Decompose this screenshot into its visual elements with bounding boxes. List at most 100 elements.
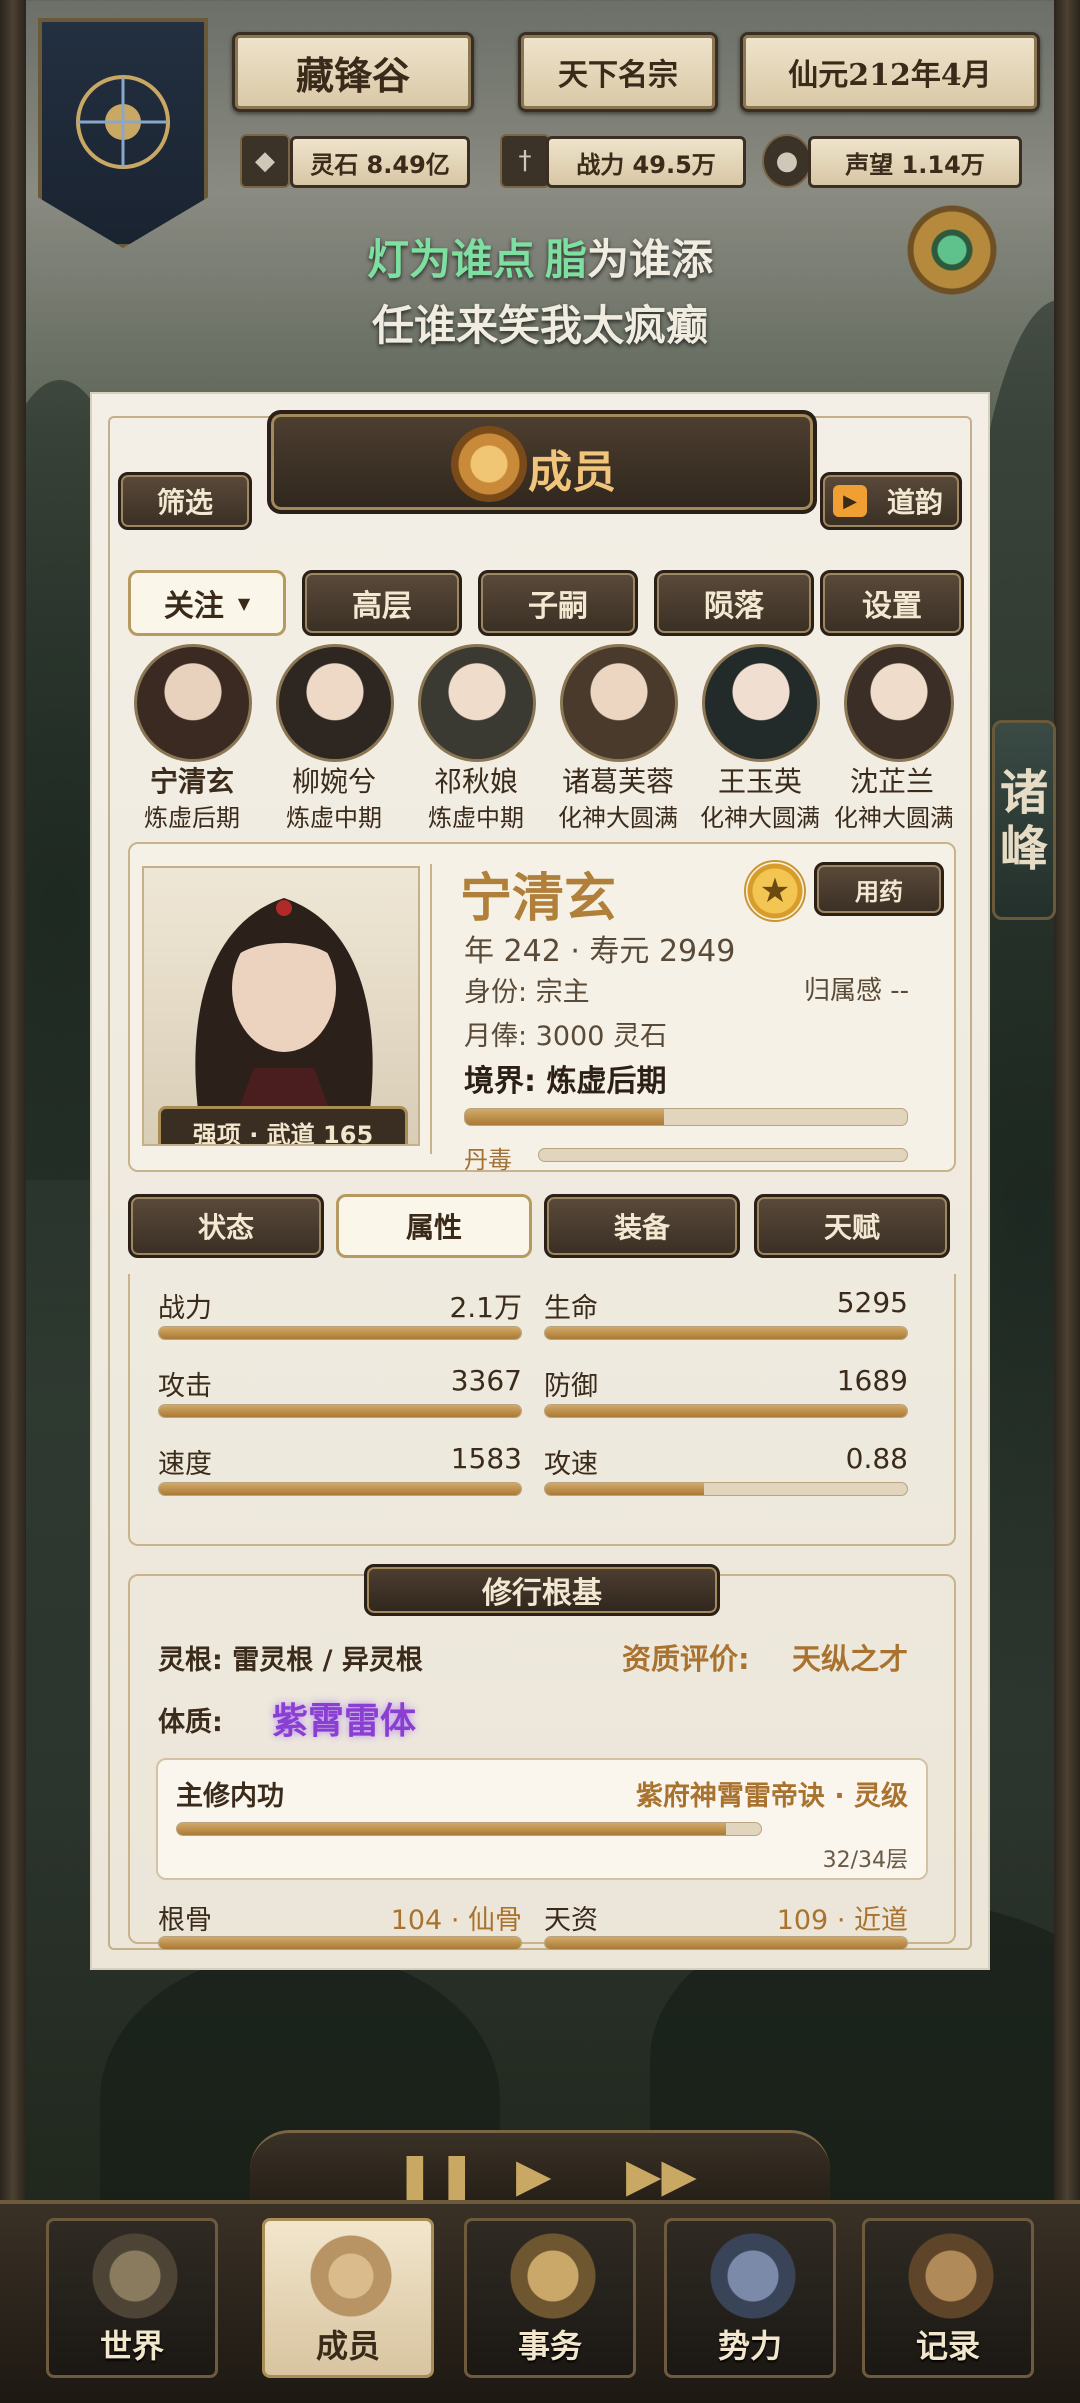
member-avatar[interactable] [276, 644, 394, 762]
favorite-star-icon[interactable]: ★ [744, 860, 806, 922]
tab-follow-dropdown[interactable]: 关注 ▼ [128, 570, 286, 636]
member-name[interactable]: 祁秋娘 [406, 760, 546, 800]
spirit-stone-stat[interactable]: 灵石 8.49亿 [290, 136, 470, 188]
poem-line-2: 任谁来笑我太疯癫 [371, 301, 708, 350]
main-technique-card[interactable]: 主修内功 紫府神霄雷帝诀 · 灵级 32/34层 [156, 1758, 928, 1880]
talent-label: 天资 [544, 1905, 598, 1936]
nav-factions-label: 势力 [717, 2327, 782, 2365]
identity: 身份: 宗主 [464, 977, 590, 1008]
poem-highlight: 灯为谁点 [366, 235, 535, 284]
age-lifespan: 年 242 · 寿元 2949 [464, 934, 736, 969]
tab-descendants[interactable]: 子嗣 [478, 570, 638, 636]
member-name[interactable]: 沈芷兰 [832, 760, 952, 800]
member-name[interactable]: 柳婉兮 [264, 760, 404, 800]
poison-progress-bar [538, 1148, 908, 1162]
member-rank: 炼虚中期 [286, 804, 382, 832]
attr-value: 2.1万 [449, 1291, 522, 1324]
play-icon[interactable]: ▶ [516, 2148, 551, 2202]
belonging: 归属感 -- [804, 976, 910, 1006]
member-detail-name: 宁清玄 [460, 868, 617, 929]
member-rank: 炼虚后期 [144, 804, 240, 832]
poem-rest: 为谁添 [587, 235, 714, 284]
banner-icon [703, 2231, 803, 2321]
book-icon [901, 2231, 1001, 2321]
nav-world[interactable]: 世界 [46, 2218, 218, 2378]
member-avatar[interactable] [844, 644, 954, 762]
tab-talents[interactable]: 天赋 [754, 1194, 950, 1258]
member-rank: 化神大圆满 [834, 804, 952, 832]
bone-label: 根骨 [158, 1905, 212, 1936]
spirit-root: 灵根: 雷灵根 / 异灵根 [158, 1645, 423, 1676]
tab-senior[interactable]: 高层 [302, 570, 462, 636]
filter-button[interactable]: 筛选 [118, 472, 252, 530]
poem-highlight-2: 脂 [544, 235, 587, 284]
member-portrait: 强项 · 武道 165 [142, 866, 420, 1146]
panel-title: 成员 [528, 447, 616, 498]
video-play-icon: ▶ [833, 485, 867, 517]
tab-fallen[interactable]: 陨落 [654, 570, 814, 636]
attr-value: 5295 [836, 1286, 908, 1319]
member-name[interactable]: 诸葛芙蓉 [548, 760, 688, 800]
tab-status[interactable]: 状态 [128, 1194, 324, 1258]
world-icon [85, 2231, 185, 2321]
sect-banner[interactable] [38, 18, 208, 248]
talent-bar [544, 1936, 908, 1950]
side-tab-peaks[interactable]: 诸峰 [992, 720, 1056, 920]
attr-bar [544, 1404, 908, 1418]
poison-label: 丹毒 [464, 1146, 512, 1174]
settings-gear-icon[interactable] [902, 200, 1002, 300]
prestige-icon: ● [762, 134, 812, 188]
attr-value: 1583 [450, 1442, 522, 1475]
member-name[interactable]: 王玉英 [690, 760, 830, 800]
member-rank: 化神大圆满 [700, 804, 820, 832]
nav-records[interactable]: 记录 [862, 2218, 1034, 2378]
member-avatar[interactable] [560, 644, 678, 762]
nav-members[interactable]: 成员 [262, 2218, 434, 2378]
combat-power-stat[interactable]: 战力 49.5万 [546, 136, 746, 188]
tab-settings[interactable]: 设置 [820, 570, 964, 636]
right-frame [1054, 0, 1080, 2403]
attr-bar [544, 1326, 908, 1340]
talent-value: 109 · 近道 [776, 1905, 908, 1936]
pause-icon[interactable]: ❚❚ [394, 2148, 478, 2206]
daoyun-button[interactable]: ▶ 道韵 [820, 472, 962, 530]
sect-title[interactable]: 天下名宗 [518, 32, 718, 112]
sect-name[interactable]: 藏锋谷 [232, 32, 474, 112]
game-date: 仙元212年4月 [740, 32, 1040, 112]
member-name[interactable]: 宁清玄 [122, 760, 262, 800]
technique-progress-bar [176, 1822, 762, 1836]
attr-bar [158, 1326, 522, 1340]
attr-label: 攻速 [544, 1449, 598, 1480]
tab-attributes[interactable]: 属性 [336, 1194, 532, 1258]
attr-label: 战力 [158, 1293, 212, 1324]
nav-world-label: 世界 [99, 2327, 164, 2365]
prestige-stat[interactable]: 声望 1.14万 [808, 136, 1022, 188]
member-avatar[interactable] [134, 644, 252, 762]
nav-affairs-label: 事务 [517, 2327, 582, 2365]
attr-value: 1689 [836, 1364, 908, 1397]
member-avatar[interactable] [418, 644, 536, 762]
tab-equipment[interactable]: 装备 [544, 1194, 740, 1258]
attr-label: 生命 [544, 1293, 598, 1324]
nav-factions[interactable]: 势力 [664, 2218, 836, 2378]
bone-value: 104 · 仙骨 [390, 1905, 522, 1936]
attr-bar [158, 1404, 522, 1418]
bone-bar [158, 1936, 522, 1950]
member-icon [301, 2231, 401, 2321]
tab-follow-label: 关注 [163, 589, 224, 624]
realm: 境界: 炼虚后期 [464, 1064, 667, 1099]
aptitude-label: 资质评价: [622, 1642, 750, 1676]
fast-forward-icon[interactable]: ▶▶ [626, 2148, 697, 2202]
nav-affairs[interactable]: 事务 [464, 2218, 636, 2378]
member-panel: 成员 筛选 ▶ 道韵 关注 ▼ 高层 子嗣 陨落 设置 宁清玄 炼虚后期 柳婉兮… [90, 392, 990, 1970]
attr-bar [158, 1482, 522, 1496]
daoyun-label: 道韵 [886, 486, 943, 519]
dropdown-arrow-icon: ▼ [237, 593, 251, 613]
attr-value: 0.88 [845, 1442, 908, 1475]
attr-bar [544, 1482, 908, 1496]
member-avatar[interactable] [702, 644, 820, 762]
nav-records-label: 记录 [915, 2327, 980, 2365]
sword-icon: † [500, 134, 550, 188]
physique-label: 体质: [158, 1707, 223, 1738]
use-medicine-button[interactable]: 用药 [814, 862, 944, 916]
